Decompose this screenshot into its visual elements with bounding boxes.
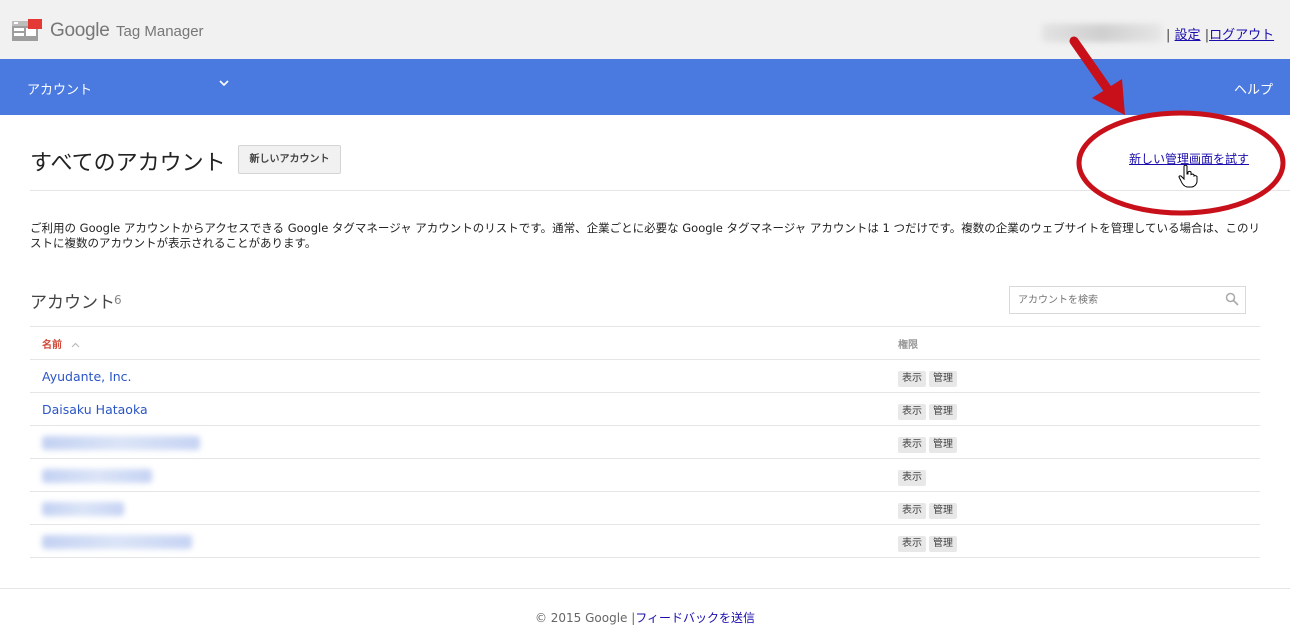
table-row: 表示 管理 [30, 491, 1260, 525]
column-header-name[interactable]: 名前 [30, 326, 886, 360]
permission-badge-view: 表示 [898, 370, 926, 387]
main-nav: アカウント ヘルプ [0, 59, 1290, 115]
permission-badge-manage: 管理 [929, 436, 957, 453]
account-name-link[interactable] [30, 491, 886, 525]
permission-badge-manage: 管理 [929, 502, 957, 519]
permission-badge-view: 表示 [898, 502, 926, 519]
account-name-link[interactable]: Ayudante, Inc. [30, 359, 886, 393]
accounts-count: 6 [114, 293, 122, 307]
permission-badge-view: 表示 [898, 469, 926, 486]
settings-link[interactable]: 設定 [1175, 28, 1201, 43]
table-row: 表示 [30, 458, 1260, 492]
page-title: すべてのアカウント [30, 151, 226, 176]
sort-ascending-icon [72, 342, 80, 347]
help-menu[interactable]: ヘルプ [1234, 79, 1273, 98]
account-name-link[interactable]: Daisaku Hataoka [30, 392, 886, 426]
copyright-text: © 2015 Google [534, 611, 628, 625]
blurred-account-name [42, 435, 200, 450]
table-row: Daisaku Hataoka 表示 管理 [30, 392, 1260, 426]
permission-badge-manage: 管理 [929, 370, 957, 387]
search-icon[interactable] [1225, 292, 1239, 306]
permission-badge-manage: 管理 [929, 403, 957, 420]
permission-cell: 表示 [886, 458, 1260, 492]
product-name: Tag Manager [116, 23, 204, 40]
permission-cell: 表示 管理 [886, 524, 1260, 558]
table-row: 表示 管理 [30, 425, 1260, 459]
tag-manager-logo-icon [12, 19, 42, 41]
user-email-blurred [1042, 24, 1162, 42]
permission-badge-view: 表示 [898, 535, 926, 552]
user-links: | 設定 |ログアウト [1166, 24, 1274, 43]
account-search-input[interactable] [1009, 286, 1246, 314]
account-name-link[interactable] [30, 524, 886, 558]
permission-cell: 表示 管理 [886, 425, 1260, 459]
blurred-account-name [42, 534, 192, 549]
account-name-link[interactable] [30, 458, 886, 492]
brand-name: Google [50, 20, 110, 41]
top-header: Google Tag Manager | 設定 |ログアウト [0, 0, 1290, 59]
account-menu[interactable]: アカウント [27, 79, 92, 98]
table-row: Ayudante, Inc. 表示 管理 [30, 359, 1260, 393]
blurred-account-name [42, 501, 124, 516]
accounts-table: 名前 権限 Ayudante, Inc. 表示 管理 Daisaku Hataok… [30, 326, 1260, 558]
account-name-link[interactable] [30, 425, 886, 459]
column-header-name-label: 名前 [42, 339, 62, 351]
permission-badge-view: 表示 [898, 436, 926, 453]
footer-divider [0, 588, 1290, 589]
title-divider [30, 190, 1290, 191]
chevron-down-icon[interactable] [218, 77, 230, 89]
permission-cell: 表示 管理 [886, 392, 1260, 426]
logout-link[interactable]: ログアウト [1209, 28, 1274, 43]
hand-pointer-icon [1178, 164, 1198, 188]
table-header-row: 名前 権限 [30, 326, 1260, 360]
accounts-description: ご利用の Google アカウントからアクセスできる Google タグマネージ… [30, 221, 1260, 250]
permission-cell: 表示 管理 [886, 359, 1260, 393]
permission-cell: 表示 管理 [886, 491, 1260, 525]
new-account-button[interactable]: 新しいアカウント [238, 145, 341, 174]
column-header-permissions: 権限 [886, 326, 1260, 360]
blurred-account-name [42, 468, 152, 483]
permission-badge-view: 表示 [898, 403, 926, 420]
link-separator: | [1166, 28, 1171, 43]
permission-badge-manage: 管理 [929, 535, 957, 552]
page-footer: © 2015 Google |フィードバックを送信 [0, 609, 1290, 626]
accounts-section-title: アカウント [30, 293, 115, 313]
table-row: 表示 管理 [30, 524, 1260, 558]
feedback-link[interactable]: フィードバックを送信 [635, 611, 755, 625]
